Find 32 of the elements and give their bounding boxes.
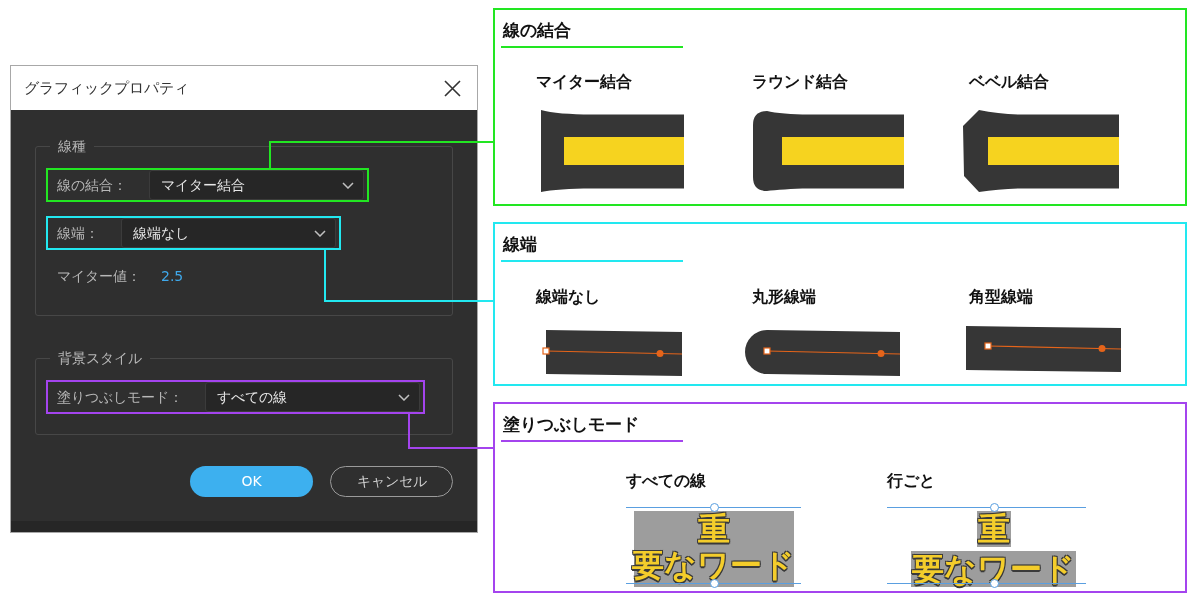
panel-title: 塗りつぶしモード — [501, 412, 683, 442]
chevron-down-icon — [398, 393, 410, 401]
panel-title: 線端 — [501, 232, 683, 262]
option-label: すべての線 — [626, 470, 706, 492]
highlighted-text: 重 — [976, 511, 1011, 547]
chevron-down-icon — [314, 229, 326, 237]
close-button[interactable] — [443, 78, 462, 98]
option-label: 丸形線端 — [752, 286, 817, 308]
option-label: 角型線端 — [968, 286, 1033, 308]
option-label: マイター結合 — [536, 71, 632, 93]
group-legend: 背景スタイル — [50, 349, 150, 367]
chevron-down-icon — [342, 181, 354, 189]
field-label: 線端： — [57, 224, 99, 243]
option-label: 線端なし — [536, 286, 600, 308]
value-text: 2.5 — [161, 267, 184, 286]
handle-icon — [710, 503, 719, 512]
group-legend: 線種 — [50, 137, 94, 155]
dropdown[interactable]: 線端なし — [121, 218, 336, 248]
option-label: 行ごと — [887, 470, 935, 492]
dialog-title: グラフィックプロパティ — [24, 77, 189, 99]
sample-text: 重 — [697, 511, 730, 547]
handle-icon — [990, 503, 999, 512]
field-label: 塗りつぶしモード： — [57, 388, 183, 407]
panel-title: 線の結合 — [501, 18, 683, 48]
option-label: ベベル結合 — [968, 71, 1049, 93]
dropdown[interactable]: すべての線 — [205, 382, 420, 412]
close-icon — [444, 79, 461, 97]
handle-icon — [710, 579, 719, 588]
option-label: ラウンド結合 — [752, 71, 849, 93]
field-label: 線の結合： — [57, 176, 127, 195]
dropdown[interactable]: マイター結合 — [149, 170, 364, 200]
field-label: マイター値： — [57, 267, 141, 286]
